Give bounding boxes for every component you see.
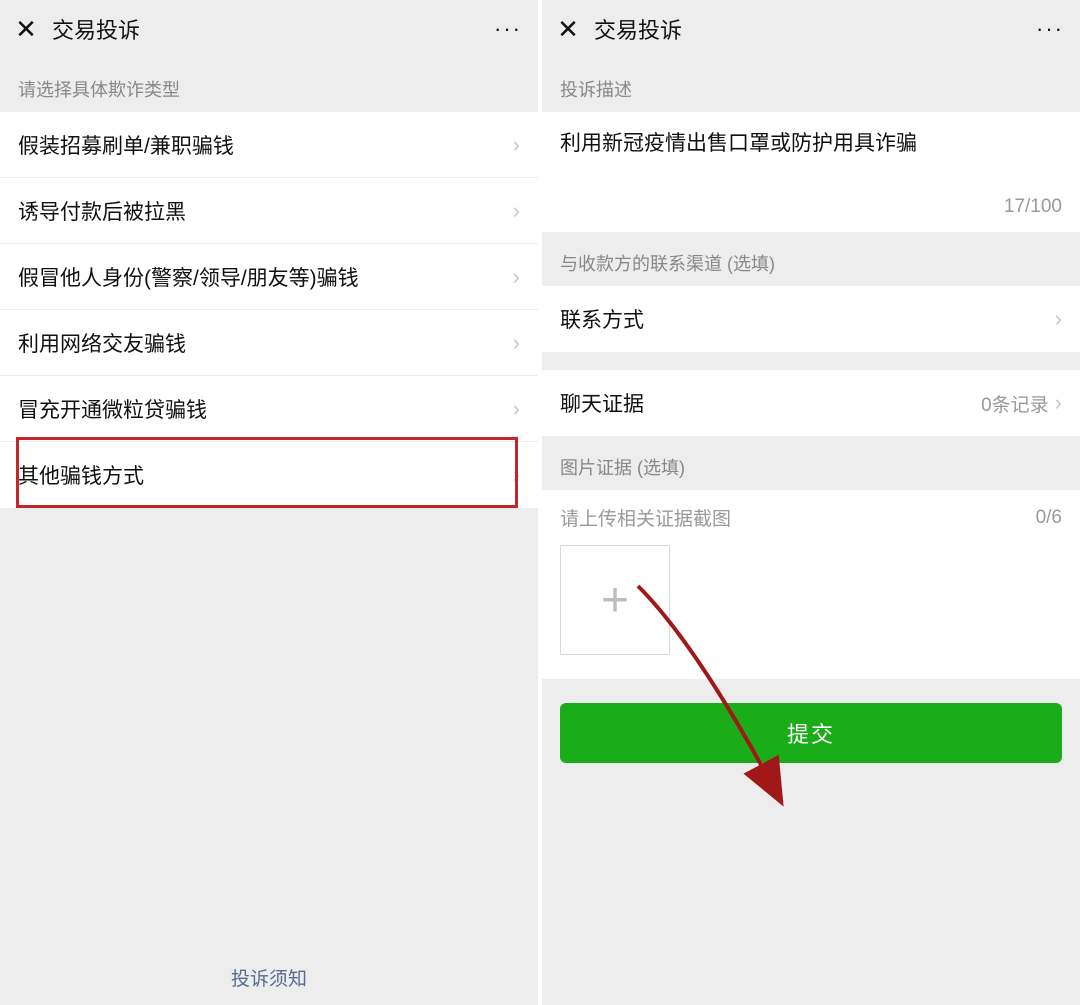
submit-label: 提交 xyxy=(787,717,835,749)
stage: ✕ 交易投诉 ··· 请选择具体欺诈类型 假装招募刷单/兼职骗钱 › 诱导付款后… xyxy=(0,0,1080,1005)
list-item[interactable]: 冒充开通微粒贷骗钱 › xyxy=(0,376,538,442)
chat-evidence-row[interactable]: 聊天证据 0条记录 › xyxy=(542,370,1080,436)
list-item-label: 其他骗钱方式 xyxy=(18,460,513,490)
row-value: 0条记录 xyxy=(981,390,1049,417)
plus-icon: + xyxy=(601,573,629,628)
chevron-right-icon: › xyxy=(1055,306,1062,332)
contact-list: 联系方式 › xyxy=(542,286,1080,352)
contact-method-row[interactable]: 联系方式 › xyxy=(542,286,1080,352)
list-item[interactable]: 诱导付款后被拉黑 › xyxy=(0,178,538,244)
list-item-label: 假冒他人身份(警察/领导/朋友等)骗钱 xyxy=(18,262,513,292)
complaint-guide-link[interactable]: 投诉须知 xyxy=(0,964,538,991)
close-icon[interactable]: ✕ xyxy=(12,16,40,42)
chevron-right-icon: › xyxy=(513,462,520,488)
chevron-right-icon: › xyxy=(1055,390,1062,416)
upload-counter: 0/6 xyxy=(1036,507,1062,529)
page-title: 交易投诉 xyxy=(52,13,494,45)
upload-section: 请上传相关证据截图 0/6 + xyxy=(542,490,1080,679)
spacer xyxy=(542,352,1080,370)
chevron-right-icon: › xyxy=(513,198,520,224)
list-item[interactable]: 假冒他人身份(警察/领导/朋友等)骗钱 › xyxy=(0,244,538,310)
list-item-label: 诱导付款后被拉黑 xyxy=(18,196,513,226)
description-textarea[interactable]: 利用新冠疫情出售口罩或防护用具诈骗 17/100 xyxy=(542,112,1080,232)
row-label: 联系方式 xyxy=(560,304,1055,334)
list-item-other[interactable]: 其他骗钱方式 › xyxy=(0,442,538,508)
upload-header: 请上传相关证据截图 0/6 xyxy=(542,490,1080,541)
page-title: 交易投诉 xyxy=(594,13,1036,45)
list-item[interactable]: 假装招募刷单/兼职骗钱 › xyxy=(0,112,538,178)
section-title-contact: 与收款方的联系渠道 (选填) xyxy=(542,232,1080,286)
header: ✕ 交易投诉 ··· xyxy=(542,0,1080,58)
add-image-button[interactable]: + xyxy=(560,545,670,655)
section-title-description: 投诉描述 xyxy=(542,58,1080,112)
submit-button[interactable]: 提交 xyxy=(560,703,1062,763)
close-icon[interactable]: ✕ xyxy=(554,16,582,42)
chevron-right-icon: › xyxy=(513,396,520,422)
upload-hint: 请上传相关证据截图 xyxy=(560,504,731,531)
chat-evidence-list: 聊天证据 0条记录 › xyxy=(542,370,1080,436)
description-counter: 17/100 xyxy=(1004,196,1062,218)
header: ✕ 交易投诉 ··· xyxy=(0,0,538,58)
list-item-label: 假装招募刷单/兼职骗钱 xyxy=(18,130,513,160)
fraud-type-list: 假装招募刷单/兼职骗钱 › 诱导付款后被拉黑 › 假冒他人身份(警察/领导/朋友… xyxy=(0,112,538,508)
chevron-right-icon: › xyxy=(513,330,520,356)
phone-complaint-form: ✕ 交易投诉 ··· 投诉描述 利用新冠疫情出售口罩或防护用具诈骗 17/100… xyxy=(538,0,1080,1005)
list-item-label: 利用网络交友骗钱 xyxy=(18,328,513,358)
section-title-fraud-type: 请选择具体欺诈类型 xyxy=(0,58,538,112)
description-text: 利用新冠疫情出售口罩或防护用具诈骗 xyxy=(560,128,1062,180)
phone-fraud-type: ✕ 交易投诉 ··· 请选择具体欺诈类型 假装招募刷单/兼职骗钱 › 诱导付款后… xyxy=(0,0,538,1005)
row-label: 聊天证据 xyxy=(560,388,981,418)
chevron-right-icon: › xyxy=(513,132,520,158)
chevron-right-icon: › xyxy=(513,264,520,290)
list-item[interactable]: 利用网络交友骗钱 › xyxy=(0,310,538,376)
section-title-images: 图片证据 (选填) xyxy=(542,436,1080,490)
more-icon[interactable]: ··· xyxy=(1036,16,1068,42)
list-item-label: 冒充开通微粒贷骗钱 xyxy=(18,394,513,424)
more-icon[interactable]: ··· xyxy=(494,16,526,42)
